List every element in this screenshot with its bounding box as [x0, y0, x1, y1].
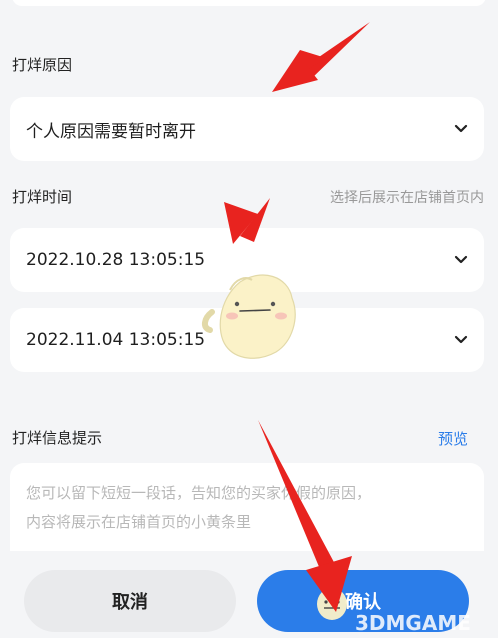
closing-time-label: 打烊时间 [12, 188, 73, 206]
chevron-down-icon [454, 255, 468, 265]
previous-card [12, 0, 486, 6]
closing-info-textarea[interactable]: 您可以留下短短一段话，告知您的买家休假的原因， 内容将展示在店铺首页的小黄条里 [10, 463, 484, 551]
placeholder-line-2: 内容将展示在店铺首页的小黄条里 [26, 513, 252, 531]
end-time-value: 2022.11.04 13:05:15 [26, 330, 206, 350]
closing-time-hint: 选择后展示在店铺首页内 [330, 190, 484, 206]
watermark-text: 3DMGAME [355, 611, 471, 635]
closing-reason-value: 个人原因需要暂时离开 [26, 121, 196, 142]
arrow-icon [272, 22, 370, 92]
closing-info-label: 打烊信息提示 [12, 429, 103, 447]
start-time-select[interactable]: 2022.10.28 13:05:15 [10, 228, 484, 292]
closing-reason-select[interactable]: 个人原因需要暂时离开 [10, 97, 484, 161]
chevron-down-icon [454, 124, 468, 134]
chevron-down-icon [454, 335, 468, 345]
end-time-select[interactable]: 2022.11.04 13:05:15 [10, 308, 484, 372]
preview-link[interactable]: 预览 [438, 428, 468, 449]
cancel-button[interactable]: 取消 [24, 570, 236, 632]
closing-reason-label: 打烊原因 [12, 56, 73, 74]
placeholder-line-1: 您可以留下短短一段话，告知您的买家休假的原因， [26, 484, 372, 502]
start-time-value: 2022.10.28 13:05:15 [26, 250, 206, 270]
